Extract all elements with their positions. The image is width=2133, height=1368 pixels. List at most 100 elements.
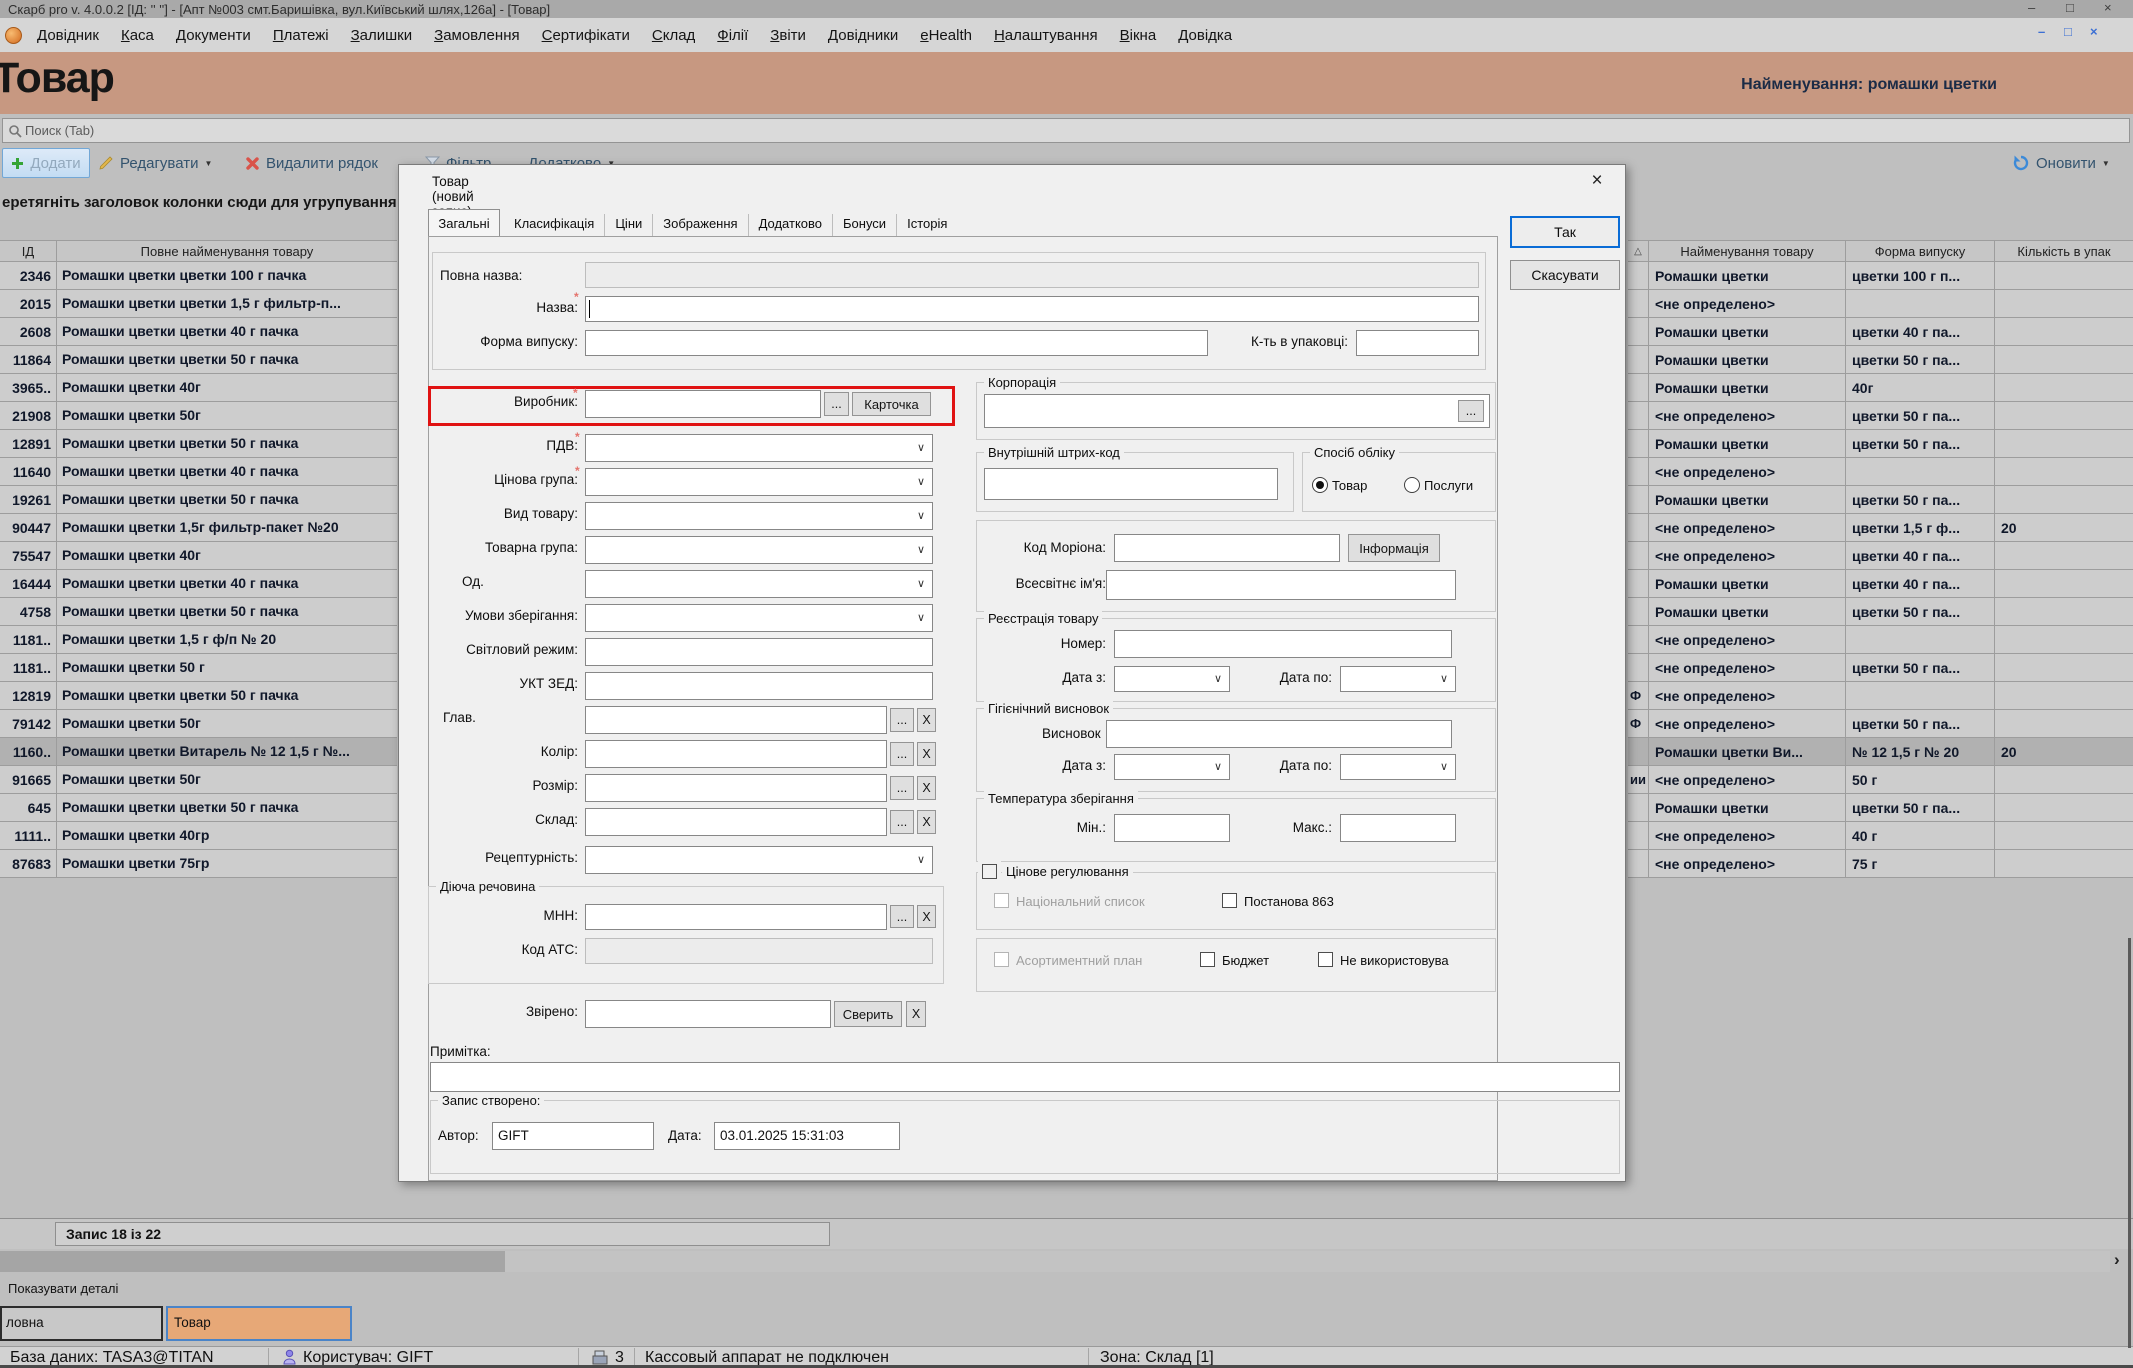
- table-row[interactable]: <не определено>цветки 1,5 г ф...20: [1628, 514, 2133, 542]
- main-clear-button[interactable]: X: [917, 708, 936, 732]
- window-titlebar[interactable]: Скарб pro v. 4.0.0.2 [ІД: '' ''] - [Апт …: [0, 0, 2133, 18]
- main-picker-button[interactable]: ...: [890, 708, 914, 732]
- menu-dovidka[interactable]: Довідка: [1167, 27, 1243, 44]
- main-field[interactable]: [585, 706, 887, 734]
- edit-button[interactable]: Редагувати ▼: [98, 148, 212, 178]
- price-regulation-caption[interactable]: Цінове регулювання: [1002, 864, 1133, 879]
- table-row[interactable]: 11864Ромашки цветки цветки 50 г пачка: [0, 346, 397, 374]
- tab-main-window[interactable]: ловна: [0, 1306, 163, 1341]
- table-header[interactable]: ІД Повне найменування товару: [0, 240, 397, 262]
- table-row[interactable]: 2608Ромашки цветки цветки 40 г пачка: [0, 318, 397, 346]
- menu-vikna[interactable]: Вікна: [1109, 27, 1168, 44]
- menu-kasa[interactable]: Каса: [110, 27, 165, 44]
- color-field[interactable]: [585, 740, 887, 768]
- temp-min-field[interactable]: [1114, 814, 1230, 842]
- table-row[interactable]: 75547Ромашки цветки 40г: [0, 542, 397, 570]
- menu-platezhi[interactable]: Платежі: [262, 27, 340, 44]
- menu-dokumenty[interactable]: Документи: [165, 27, 262, 44]
- show-details-label[interactable]: Показувати деталі: [8, 1281, 118, 1296]
- maximize-icon[interactable]: □: [2066, 0, 2074, 15]
- sort-triangle-icon[interactable]: △: [1628, 241, 1649, 261]
- table-row[interactable]: Ромашки цветки40г: [1628, 374, 2133, 402]
- table-row[interactable]: <не определено>цветки 50 г па...: [1628, 402, 2133, 430]
- color-picker-button[interactable]: ...: [890, 742, 914, 766]
- barcode-field[interactable]: [984, 468, 1278, 500]
- corporation-field[interactable]: [984, 394, 1490, 428]
- reg-date-to-combo[interactable]: ∨: [1340, 666, 1456, 692]
- manufacturer-picker-button[interactable]: ...: [824, 392, 849, 416]
- refresh-button[interactable]: Оновити ▼: [2012, 148, 2110, 178]
- mnn-clear-button[interactable]: X: [917, 905, 936, 928]
- table-row[interactable]: Ромашки цветкицветки 40 г па...: [1628, 318, 2133, 346]
- not-used-label[interactable]: Не використовува: [1340, 953, 1492, 968]
- mdi-close-icon[interactable]: ×: [2090, 24, 2098, 39]
- column-header-form[interactable]: Форма випуску: [1846, 241, 1995, 261]
- color-clear-button[interactable]: X: [917, 742, 936, 766]
- warehouse-picker-button[interactable]: ...: [890, 810, 914, 834]
- manufacturer-field[interactable]: [585, 390, 821, 418]
- size-clear-button[interactable]: X: [917, 776, 936, 800]
- table-row[interactable]: 11640Ромашки цветки цветки 40 г пачка: [0, 458, 397, 486]
- world-name-field[interactable]: [1106, 570, 1456, 600]
- table-row[interactable]: Ромашки цветкицветки 50 г па...: [1628, 794, 2133, 822]
- mdi-minimize-icon[interactable]: –: [2038, 24, 2045, 39]
- price-group-combo[interactable]: ∨: [585, 468, 933, 496]
- warehouse-field[interactable]: [585, 808, 887, 836]
- table-row[interactable]: <не определено>75 г: [1628, 850, 2133, 878]
- menu-dovidnyky[interactable]: Довідники: [817, 27, 909, 44]
- note-field[interactable]: [430, 1062, 1620, 1092]
- column-header-qty[interactable]: Кількість в упак: [1995, 241, 2133, 261]
- radio-goods-label[interactable]: Товар: [1332, 478, 1367, 493]
- table-row[interactable]: <не определено>: [1628, 290, 2133, 318]
- mnn-field[interactable]: [585, 904, 887, 930]
- price-regulation-checkbox[interactable]: [982, 864, 997, 879]
- light-mode-field[interactable]: [585, 638, 933, 666]
- budget-label[interactable]: Бюджет: [1222, 953, 1269, 968]
- size-field[interactable]: [585, 774, 887, 802]
- table-row[interactable]: Ромашки цветкицветки 100 г п...: [1628, 262, 2133, 290]
- dialog-close-icon[interactable]: ×: [1582, 168, 1612, 194]
- add-button[interactable]: Додати: [2, 148, 90, 178]
- card-button[interactable]: Карточка: [852, 392, 931, 416]
- menu-zalyshky[interactable]: Залишки: [340, 27, 424, 44]
- table-row[interactable]: 19261Ромашки цветки цветки 50 г пачка: [0, 486, 397, 514]
- menu-zamovlennya[interactable]: Замовлення: [423, 27, 530, 44]
- table-row[interactable]: 1181..Ромашки цветки 50 г: [0, 654, 397, 682]
- close-icon[interactable]: ×: [2104, 0, 2112, 15]
- mdi-restore-icon[interactable]: □: [2064, 24, 2072, 39]
- radio-goods[interactable]: [1312, 477, 1328, 493]
- hyg-date-to-combo[interactable]: ∨: [1340, 754, 1456, 780]
- table-row[interactable]: 1181..Ромашки цветки 1,5 г ф/п № 20: [0, 626, 397, 654]
- table-row[interactable]: Ромашки цветкицветки 50 г па...: [1628, 486, 2133, 514]
- reg-date-from-combo[interactable]: ∨: [1114, 666, 1230, 692]
- table-row[interactable]: 90447Ромашки цветки 1,5г фильтр-пакет №2…: [0, 514, 397, 542]
- table-row[interactable]: 2346Ромашки цветки цветки 100 г пачка: [0, 262, 397, 290]
- menu-filii[interactable]: Філії: [706, 27, 759, 44]
- table-row[interactable]: Ромашки цветкицветки 40 г па...: [1628, 570, 2133, 598]
- table-row[interactable]: 12819Ромашки цветки цветки 50 г пачка: [0, 682, 397, 710]
- table-row[interactable]: 16444Ромашки цветки цветки 40 г пачка: [0, 570, 397, 598]
- table-row[interactable]: 12891Ромашки цветки цветки 50 г пачка: [0, 430, 397, 458]
- menu-ehealth[interactable]: eHealth: [909, 27, 983, 44]
- tab-zagalni[interactable]: Загальні: [428, 209, 500, 237]
- table-row[interactable]: <не определено>: [1628, 626, 2133, 654]
- table-header[interactable]: △ Найменування товару Форма випуску Кіль…: [1628, 240, 2133, 262]
- table-row[interactable]: 87683Ромашки цветки 75гр: [0, 850, 397, 878]
- table-row[interactable]: ии<не определено>50 г: [1628, 766, 2133, 794]
- table-row[interactable]: 1160..Ромашки цветки Витарель № 12 1,5 г…: [0, 738, 397, 766]
- unit-combo[interactable]: ∨: [585, 570, 933, 598]
- verified-field[interactable]: [585, 1000, 831, 1028]
- minimize-icon[interactable]: –: [2028, 0, 2035, 15]
- table-row[interactable]: <не определено>: [1628, 458, 2133, 486]
- verify-button[interactable]: Сверить: [834, 1001, 902, 1027]
- menu-zvity[interactable]: Звіти: [759, 27, 817, 44]
- warehouse-clear-button[interactable]: X: [917, 810, 936, 834]
- table-row[interactable]: <не определено>цветки 40 г па...: [1628, 542, 2133, 570]
- menu-dovidnyk[interactable]: Довідник: [26, 27, 110, 44]
- table-row[interactable]: 79142Ромашки цветки 50г: [0, 710, 397, 738]
- table-row[interactable]: Ромашки цветкицветки 50 г па...: [1628, 598, 2133, 626]
- table-row[interactable]: 645Ромашки цветки цветки 50 г пачка: [0, 794, 397, 822]
- ok-button[interactable]: Так: [1510, 216, 1620, 248]
- conclusion-field[interactable]: [1106, 720, 1452, 748]
- table-row[interactable]: <не определено>цветки 50 г па...: [1628, 654, 2133, 682]
